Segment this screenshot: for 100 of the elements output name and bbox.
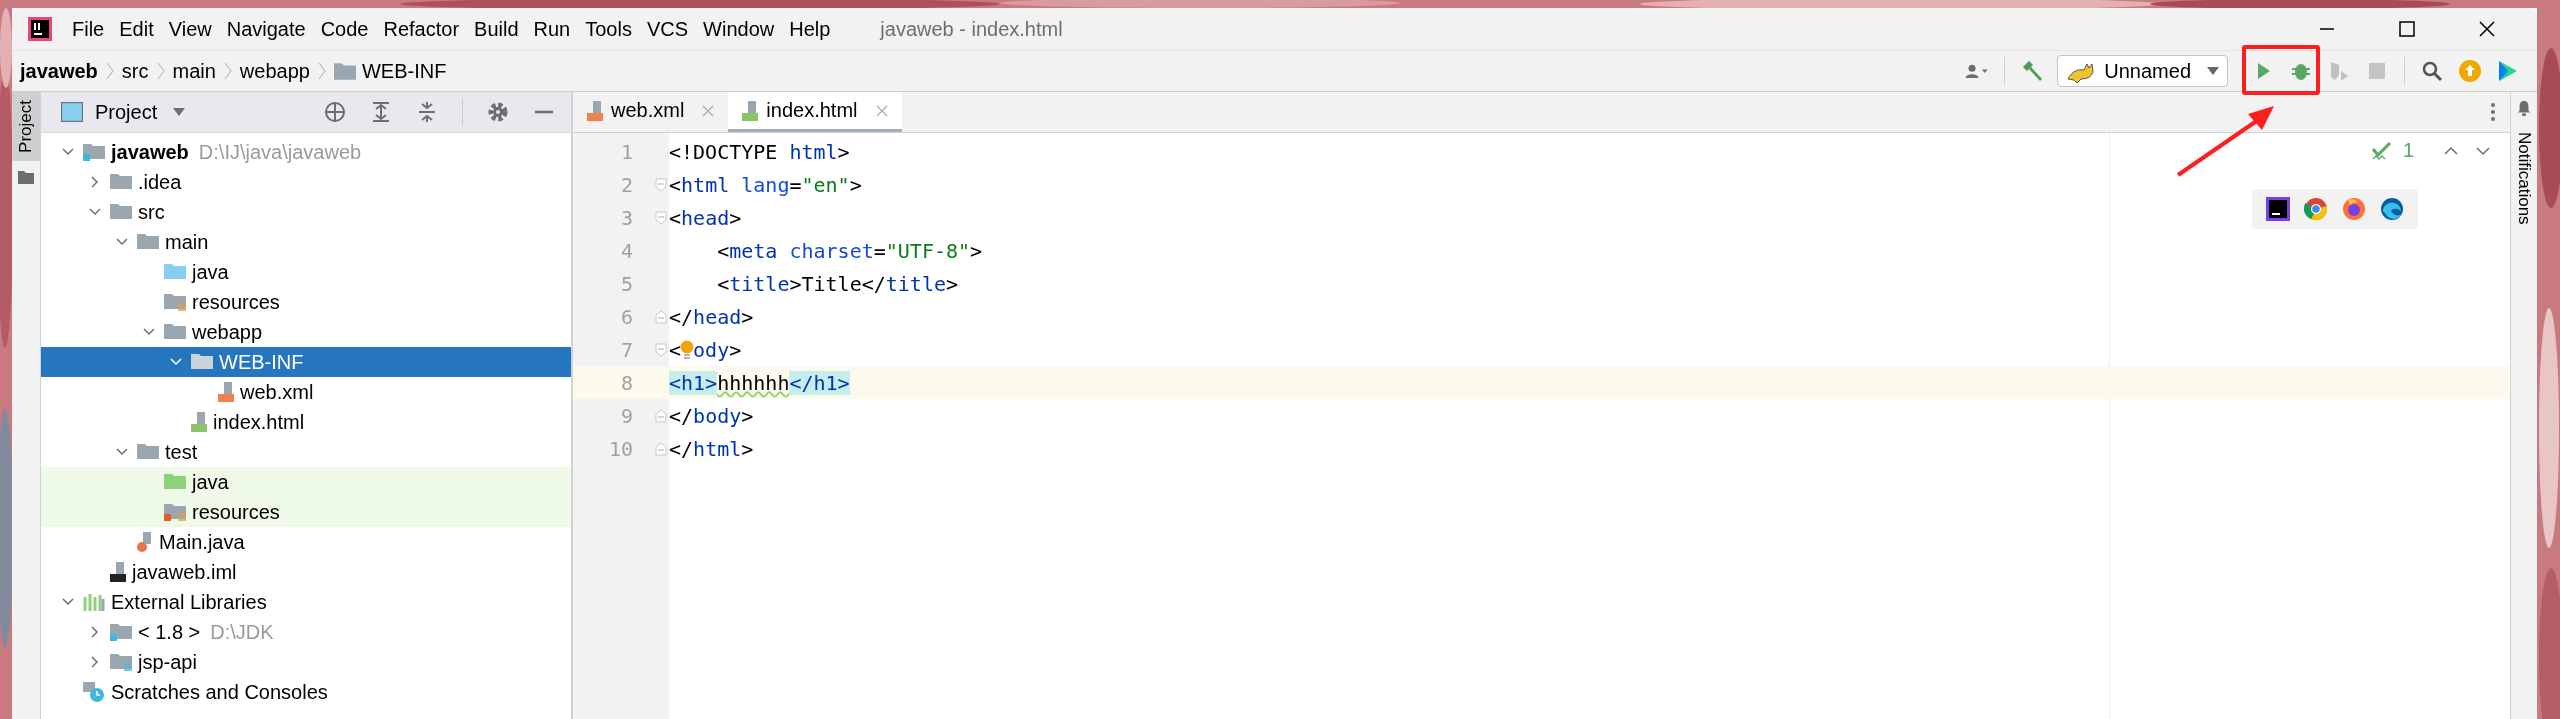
breadcrumb[interactable]: WEB-INF [329, 59, 451, 83]
chevron-icon [223, 61, 232, 81]
folder-icon [137, 232, 159, 252]
code-line: </html> [669, 436, 754, 461]
window-title: javaweb - index.html [880, 17, 1063, 41]
more-icon[interactable] [2490, 102, 2496, 122]
code-line: <h1>hhhhhh</h1> [669, 370, 850, 395]
tree-item[interactable]: java [41, 467, 571, 497]
folder-icon [110, 202, 132, 222]
tree-item-label: java [192, 260, 229, 284]
folder-icon [110, 172, 132, 192]
search-icon[interactable] [2420, 59, 2444, 83]
tree-item[interactable]: .idea [41, 167, 571, 197]
tree-item-label: Main.java [159, 530, 245, 554]
libraries-icon [83, 592, 105, 612]
xml-file-icon [218, 382, 234, 402]
tree-item[interactable]: Main.java [41, 527, 571, 557]
code-text: < [669, 337, 682, 362]
tree-item[interactable]: < 1.8 > D:\JDK [41, 617, 571, 647]
line-number: 9 [619, 403, 633, 428]
menu-item[interactable]: File [72, 17, 105, 41]
project-tool-button[interactable]: Project [12, 92, 40, 161]
tree-item[interactable]: src [41, 197, 571, 227]
code-line: <head> [669, 205, 742, 230]
panel-title[interactable]: Project [95, 100, 158, 124]
folder-icon[interactable] [18, 168, 34, 185]
scratches-icon [83, 682, 105, 702]
caret-icon[interactable] [173, 108, 186, 116]
close-icon[interactable] [2477, 19, 2497, 39]
notifications-tool-button[interactable]: Notifications [2510, 124, 2537, 233]
tree-item[interactable]: web.xml [41, 377, 571, 407]
menu-item[interactable]: Tools [585, 17, 632, 41]
folder-icon [333, 61, 356, 81]
line-number: 10 [607, 436, 633, 461]
browser-icon[interactable] [2380, 197, 2404, 221]
menu-item[interactable]: Window [703, 17, 775, 41]
tree-item[interactable]: javaweb.iml [41, 557, 571, 587]
resources-folder-icon [164, 292, 186, 312]
tree-item-label: javaweb [111, 140, 189, 164]
menu-item[interactable]: Help [789, 17, 831, 41]
bell-icon[interactable] [2516, 100, 2532, 116]
tree-item-label: src [138, 200, 165, 224]
code-text: ody> [693, 337, 742, 362]
menu-item[interactable]: Build [474, 17, 519, 41]
tree-item[interactable]: webapp [41, 317, 571, 347]
path-hint: D:\JDK [210, 620, 274, 644]
menu-item[interactable]: Refactor [383, 17, 460, 41]
code-line: </body> [669, 403, 754, 428]
editor-tab[interactable]: web.xml [573, 92, 729, 132]
folder-icon [164, 322, 186, 342]
html-file-icon [191, 412, 207, 432]
line-number: 7 [619, 337, 633, 362]
tree-item[interactable]: index.html [41, 407, 571, 437]
chevron-up-icon[interactable] [2444, 145, 2458, 156]
line-number: 6 [619, 304, 633, 329]
maximize-icon[interactable] [2397, 19, 2417, 39]
tree-item-label: web.xml [240, 380, 314, 404]
menu-item[interactable]: Run [533, 17, 571, 41]
chevron-down-icon[interactable] [2476, 145, 2490, 156]
tree-item[interactable]: javaweb D:\IJ\java\javaweb [41, 137, 571, 167]
settings-icon[interactable] [486, 100, 510, 124]
check-icon[interactable] [2370, 140, 2393, 161]
test-folder-icon [164, 472, 186, 492]
tree-item-label: test [165, 440, 198, 464]
breadcrumb[interactable]: webapp [235, 59, 314, 83]
tree-item[interactable]: main [41, 227, 571, 257]
menu-item[interactable]: Code [320, 17, 369, 41]
tree-item-label: index.html [213, 410, 305, 434]
breadcrumb[interactable]: src [117, 59, 153, 83]
tree-item[interactable]: jsp-api [41, 647, 571, 677]
browser-icon[interactable] [2342, 197, 2366, 221]
tree-item[interactable]: test [41, 437, 571, 467]
breadcrumb[interactable]: javaweb [16, 59, 102, 83]
tree-item-label: WEB-INF [219, 350, 304, 374]
library-icon [110, 652, 132, 672]
tree-item-label: main [165, 230, 209, 254]
chevron-icon [105, 61, 114, 81]
code-line: <meta charset="UTF-8"> [716, 238, 983, 263]
tree-item[interactable]: WEB-INF [41, 347, 571, 377]
run-configuration-dropdown[interactable]: Unnamed [2057, 55, 2228, 87]
menu-item[interactable]: View [168, 17, 212, 41]
menu-item[interactable]: VCS [646, 17, 689, 41]
tree-item-label: External Libraries [111, 590, 267, 614]
browser-icon[interactable] [2304, 197, 2328, 221]
editor-tab[interactable]: index.html [728, 92, 902, 132]
app-logo-icon[interactable] [2266, 197, 2290, 221]
code-line: <html lang="en"> [669, 172, 862, 197]
tree-item[interactable]: java [41, 257, 571, 287]
tree-item[interactable]: resources [41, 497, 571, 527]
app-logo-icon [28, 17, 52, 41]
menu-item[interactable]: Navigate [226, 17, 306, 41]
menu-item[interactable]: Edit [119, 17, 154, 41]
tree-item[interactable]: resources [41, 287, 571, 317]
breadcrumb[interactable]: main [168, 59, 220, 83]
tree-item[interactable]: Scratches and Consoles [41, 677, 571, 707]
tree-item[interactable]: External Libraries [41, 587, 571, 617]
locate-icon[interactable] [323, 100, 347, 124]
line-number: 3 [619, 205, 633, 230]
code-line: <title>Title</title> [716, 271, 959, 296]
tree-item-label: webapp [192, 320, 263, 344]
